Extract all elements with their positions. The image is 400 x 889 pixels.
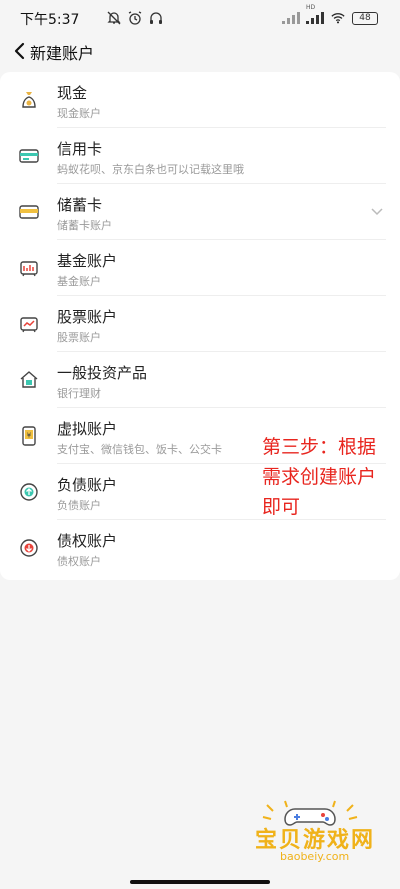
liability-icon (20, 483, 38, 501)
list-item-subtitle: 基金账户 (57, 275, 101, 288)
alarm-icon (128, 11, 142, 25)
list-item-fund[interactable]: 基金账户 基金账户 (0, 240, 400, 296)
list-item-claim[interactable]: 债权账户 债权账户 (0, 520, 400, 576)
status-right: HD 48 (282, 4, 378, 25)
annotation-text: 第三步：根据需求创建账户即可 (262, 436, 377, 518)
phone-wallet-icon: ¥ (22, 426, 36, 446)
cell-signal-hd-icon: HD (306, 4, 324, 24)
list-item-title: 一般投资产品 (57, 364, 148, 382)
list-item-title: 债权账户 (57, 532, 118, 550)
nav-bar: 新建账户 (0, 36, 400, 66)
list-item-title: 信用卡 (57, 140, 103, 158)
status-time: 下午5:37 (20, 12, 80, 28)
svg-text:¥: ¥ (27, 432, 32, 440)
mute-bell-icon (107, 11, 121, 25)
list-item-subtitle: 负债账户 (57, 499, 101, 512)
status-bar: 下午5:37 HD 48 (0, 0, 400, 36)
debit-card-icon (19, 205, 39, 219)
status-icons (106, 10, 164, 26)
list-item-cash[interactable]: 现金 现金账户 (0, 72, 400, 128)
home-indicator[interactable] (130, 880, 270, 884)
list-item-subtitle: 蚂蚁花呗、京东白条也可以记载这里哦 (57, 163, 244, 176)
list-item-subtitle: 债权账户 (57, 555, 101, 568)
fund-chart-icon (20, 261, 38, 277)
list-item-subtitle: 储蓄卡账户 (57, 219, 112, 232)
list-item-title: 储蓄卡 (57, 196, 103, 214)
headphones-icon (150, 12, 162, 24)
list-item-stock[interactable]: 股票账户 股票账户 (0, 296, 400, 352)
wifi-icon (331, 13, 345, 24)
list-item-subtitle: 支付宝、微信钱包、饭卡、公交卡 (57, 443, 222, 456)
back-icon[interactable] (10, 40, 30, 62)
chevron-down-icon[interactable] (370, 204, 384, 218)
claim-icon (20, 539, 38, 557)
list-item-title: 虚拟账户 (57, 420, 118, 438)
list-item-title: 股票账户 (57, 308, 118, 326)
list-item-subtitle: 现金账户 (57, 107, 101, 120)
list-item-subtitle: 股票账户 (57, 331, 101, 344)
cell-signal-icon (282, 12, 300, 24)
bank-icon (20, 371, 38, 388)
credit-card-icon (19, 149, 39, 163)
page-title: 新建账户 (30, 44, 95, 63)
watermark-url: baobeiy.com (280, 850, 350, 863)
battery-indicator: 48 (352, 11, 378, 25)
list-item-credit-card[interactable]: 信用卡 蚂蚁花呗、京东白条也可以记载这里哦 (0, 128, 400, 184)
list-item-title: 负债账户 (57, 476, 118, 494)
stock-chart-icon (20, 317, 38, 333)
list-item-debit-card[interactable]: 储蓄卡 储蓄卡账户 (0, 184, 400, 240)
list-item-subtitle: 银行理财 (57, 387, 101, 400)
list-item-title: 现金 (57, 84, 88, 102)
list-item-investment[interactable]: 一般投资产品 银行理财 (0, 352, 400, 408)
hd-label: HD (306, 4, 316, 11)
money-bag-icon (22, 92, 36, 108)
list-item-title: 基金账户 (57, 252, 118, 270)
